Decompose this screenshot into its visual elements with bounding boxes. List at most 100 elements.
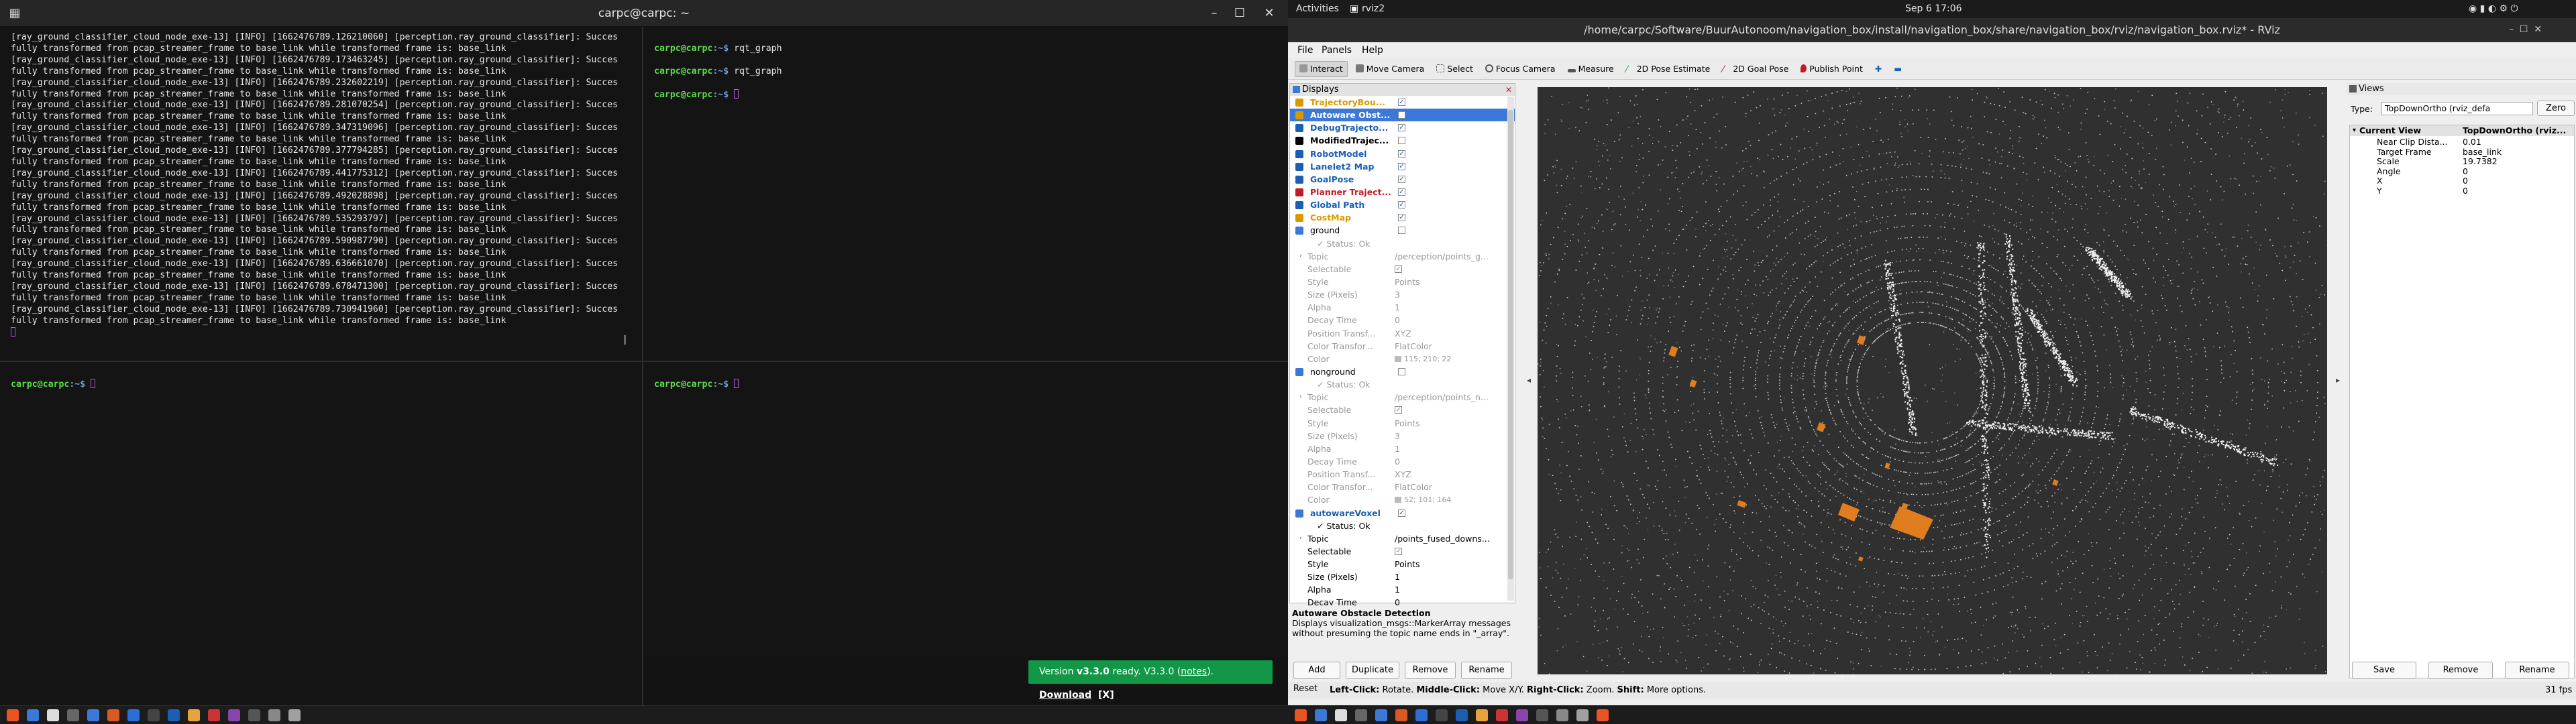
taskbar-app-icon[interactable] — [268, 709, 280, 721]
display-item[interactable]: Lanelet2 Map ✓ — [1290, 160, 1515, 173]
display-item[interactable]: GoalPose ✓ — [1290, 173, 1515, 186]
point-cloud-canvas[interactable] — [1538, 87, 2327, 674]
display-item[interactable]: RobotModel ✓ — [1290, 147, 1515, 160]
selectable-checkbox[interactable]: ✓ — [1395, 406, 1402, 414]
maximize-icon[interactable]: ☐ — [1232, 5, 1248, 21]
taskbar-app-icon[interactable] — [1335, 709, 1347, 721]
taskbar-app-icon[interactable] — [107, 709, 119, 721]
taskbar-app-icon[interactable] — [27, 709, 39, 721]
taskbar-app-icon[interactable] — [1597, 709, 1609, 721]
expand-arrow-icon[interactable]: › — [1299, 250, 1302, 263]
display-enable-checkbox[interactable] — [1398, 367, 1405, 375]
pane-scrollbar[interactable] — [624, 335, 626, 345]
tool-move-camera[interactable]: Move Camera — [1352, 58, 1429, 80]
taskbar-app-icon[interactable] — [1315, 709, 1327, 721]
property-row[interactable]: Color Transfor... FlatColor — [1290, 481, 1515, 493]
property-row[interactable]: Style Points — [1290, 417, 1515, 430]
taskbar-app-icon[interactable] — [168, 709, 180, 721]
duplicate-display-button[interactable]: Duplicate — [1346, 662, 1399, 679]
zero-button[interactable]: Zero — [2537, 101, 2575, 116]
display-enable-checkbox[interactable]: ✓ — [1398, 509, 1405, 517]
rviz-3d-viewport[interactable] — [1538, 87, 2327, 674]
display-item[interactable]: Autoware Obst... — [1290, 109, 1515, 122]
add-display-button[interactable]: Add — [1293, 662, 1340, 679]
display-enable-checkbox[interactable]: ✓ — [1398, 124, 1405, 132]
property-row[interactable]: › Topic/perception/points_n... — [1290, 391, 1515, 404]
taskbar-app-icon[interactable] — [1355, 709, 1367, 721]
view-property-value[interactable]: 19.7382 — [2463, 157, 2498, 166]
taskbar-app-icon[interactable] — [1436, 709, 1448, 721]
display-item[interactable]: DebugTrajecto... ✓ — [1290, 121, 1515, 134]
collapse-right-icon[interactable]: ▸ — [2336, 375, 2340, 385]
taskbar-app-icon[interactable] — [148, 709, 160, 721]
expand-arrow-icon[interactable]: › — [1299, 391, 1302, 404]
property-row[interactable]: Style Points — [1290, 558, 1515, 570]
taskbar-app-icon[interactable] — [288, 709, 301, 721]
display-item[interactable]: ground — [1290, 224, 1515, 237]
display-enable-checkbox[interactable]: ✓ — [1398, 162, 1405, 170]
menu-help[interactable]: Help — [1362, 42, 1383, 58]
display-item[interactable]: nonground — [1290, 365, 1515, 378]
display-enable-checkbox[interactable]: ✓ — [1398, 188, 1405, 196]
taskbar-app-icon[interactable] — [1456, 709, 1468, 721]
tool-interact[interactable]: Interact — [1295, 61, 1348, 77]
taskbar-app-icon[interactable] — [248, 709, 260, 721]
taskbar-app-icon[interactable] — [228, 709, 240, 721]
display-item[interactable]: Planner Traject... ✓ — [1290, 186, 1515, 198]
display-enable-checkbox[interactable]: ✓ — [1398, 214, 1405, 222]
taskbar-app-icon[interactable] — [1415, 709, 1428, 721]
pane-splitter-horizontal[interactable] — [0, 361, 1288, 362]
taskbar-app-icon[interactable] — [1536, 709, 1548, 721]
property-row[interactable]: Color 115; 210; 22 — [1290, 353, 1515, 365]
terminal-pane-log[interactable]: [ray_ground_classifier_cloud_node_exe-13… — [0, 27, 642, 361]
tool-publish-point[interactable]: Publish Point — [1796, 58, 1867, 80]
taskbar-app-icon[interactable] — [87, 709, 99, 721]
display-item[interactable]: CostMap ✓ — [1290, 211, 1515, 224]
property-row[interactable]: Selectable ✓ — [1290, 404, 1515, 416]
remove-tool-button[interactable]: ▬ — [1890, 58, 1906, 80]
property-row[interactable]: Alpha 1 — [1290, 442, 1515, 455]
menu-file[interactable]: File — [1297, 42, 1313, 58]
property-row[interactable]: Selectable ✓ — [1290, 545, 1515, 558]
selectable-checkbox[interactable]: ✓ — [1395, 265, 1402, 273]
property-row[interactable]: Style Points — [1290, 276, 1515, 288]
property-row[interactable]: Decay Time 0 — [1290, 455, 1515, 468]
tool-measure[interactable]: Measure — [1564, 58, 1618, 80]
system-tray-icons[interactable]: ◉ ▮ ◐ ⚙ ⏻ — [2469, 0, 2518, 18]
taskbar-app-icon[interactable] — [7, 709, 19, 721]
taskbar-app-icon[interactable] — [1375, 709, 1387, 721]
pane-splitter-vertical[interactable] — [642, 27, 643, 705]
property-row[interactable]: Alpha 1 — [1290, 301, 1515, 314]
terminal-grid-icon[interactable]: ▦ — [7, 5, 23, 21]
selectable-checkbox[interactable]: ✓ — [1395, 547, 1402, 555]
add-tool-button[interactable]: ✚ — [1871, 58, 1886, 80]
panel-close-icon[interactable]: ✕ — [1505, 84, 1512, 96]
expand-icon[interactable]: ▾ — [2353, 126, 2356, 135]
property-row[interactable]: Color Transfor... FlatColor — [1290, 340, 1515, 353]
view-property-value[interactable]: base_link — [2463, 147, 2502, 157]
terminal-pane-bottom-right[interactable]: carpc@carpc:~$ — [643, 362, 1288, 657]
display-enable-checkbox[interactable] — [1398, 111, 1405, 119]
display-status[interactable]: ✓ Status: Ok — [1290, 520, 1515, 532]
close-icon[interactable]: ✕ — [1261, 5, 1277, 21]
display-status[interactable]: ✓ Status: Ok — [1290, 237, 1515, 250]
save-view-button[interactable]: Save — [2352, 662, 2416, 679]
display-enable-checkbox[interactable] — [1398, 137, 1405, 145]
view-property-value[interactable]: 0.01 — [2463, 137, 2481, 147]
property-row[interactable]: Color 52; 101; 164 — [1290, 493, 1515, 506]
taskbar-app-icon[interactable] — [188, 709, 200, 721]
property-row[interactable]: › Topic/points_fused_downs... — [1290, 532, 1515, 545]
taskbar-app-icon[interactable] — [67, 709, 79, 721]
minimize-icon[interactable]: – — [1206, 5, 1222, 21]
reset-button[interactable]: Reset — [1292, 682, 1319, 697]
taskbar-app-icon[interactable] — [127, 709, 140, 721]
view-property-value[interactable]: 0 — [2463, 186, 2468, 196]
display-item[interactable]: ModifiedTrajec... — [1290, 134, 1515, 147]
property-row[interactable]: Position Transf... XYZ — [1290, 327, 1515, 340]
tool-focus-camera[interactable]: Focus Camera — [1481, 58, 1560, 80]
rename-view-button[interactable]: Rename — [2505, 662, 2569, 679]
displays-scrollbar[interactable] — [1507, 97, 1514, 601]
taskbar-app-icon[interactable] — [1556, 709, 1568, 721]
remove-view-button[interactable]: Remove — [2428, 662, 2493, 679]
view-type-select[interactable]: TopDownOrtho (rviz_defa — [2381, 102, 2533, 115]
